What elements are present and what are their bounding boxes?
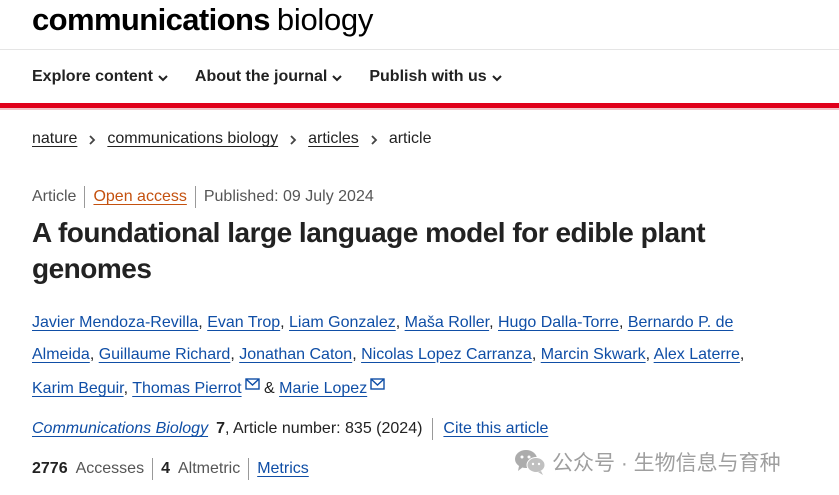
- author-link[interactable]: Karim Beguir: [32, 380, 124, 397]
- chevron-right-icon: [369, 133, 379, 145]
- nav-publish-with-us[interactable]: Publish with us: [369, 68, 502, 86]
- wechat-icon: [514, 448, 546, 476]
- meta-divider: [194, 186, 196, 208]
- mail-icon[interactable]: [370, 370, 385, 390]
- article-number: , Article number: 835 (2024): [224, 420, 423, 437]
- author-list: Javier Mendoza-Revilla, Evan Trop, Liam …: [32, 307, 762, 405]
- chevron-down-icon: [157, 71, 169, 83]
- altmetric-label: Altmetric: [177, 460, 241, 477]
- chevron-right-icon: [87, 133, 97, 145]
- author-separator: ,: [123, 380, 133, 397]
- logo-biology: biology: [276, 2, 374, 37]
- watermark-text: 公众号 · 生物信息与育种: [552, 452, 781, 475]
- article-metrics: 2776 Accesses 4 Altmetric Metrics: [32, 458, 309, 480]
- published-date: Published: 09 July 2024: [203, 188, 374, 205]
- chevron-down-icon: [331, 71, 343, 83]
- author-link[interactable]: Hugo Dalla-Torre: [498, 314, 619, 331]
- article-meta: Article Open access Published: 09 July 2…: [32, 186, 374, 208]
- chevron-right-icon: [288, 133, 298, 145]
- author-link[interactable]: Nicolas Lopez Carranza: [361, 346, 532, 363]
- author-separator: ,: [531, 345, 541, 363]
- author-link[interactable]: Alex Laterre: [654, 346, 740, 363]
- cite-this-article-link[interactable]: Cite this article: [443, 420, 548, 438]
- author-separator: ,: [89, 345, 99, 363]
- breadcrumb-current: article: [388, 130, 432, 147]
- metrics-divider: [248, 458, 250, 480]
- journal-link[interactable]: Communications Biology: [32, 420, 208, 438]
- nav-explore-content-label: Explore content: [32, 68, 153, 85]
- header-divider: [0, 49, 839, 50]
- author-separator: ,: [395, 314, 405, 331]
- open-access-link[interactable]: Open access: [93, 188, 186, 206]
- accesses-count: 2776: [32, 460, 68, 477]
- breadcrumb-communications-biology[interactable]: communications biology: [107, 130, 278, 148]
- nav-about-journal[interactable]: About the journal: [195, 68, 343, 86]
- breadcrumb-articles[interactable]: articles: [308, 130, 359, 148]
- article-title: A foundational large language model for …: [32, 217, 706, 284]
- author-separator: ,: [280, 314, 290, 331]
- author-link[interactable]: Maša Roller: [405, 314, 489, 331]
- author-separator: ,: [198, 314, 208, 331]
- author-separator: ,: [230, 345, 240, 363]
- mail-icon[interactable]: [244, 370, 260, 390]
- author-link[interactable]: Marie Lopez: [279, 380, 367, 397]
- author-ampersand: &: [264, 380, 280, 397]
- breadcrumb-nature[interactable]: nature: [32, 130, 77, 148]
- author-link[interactable]: Jonathan Caton: [239, 346, 352, 363]
- author-separator: ,: [352, 345, 362, 363]
- breadcrumb: nature communications biology articles a…: [32, 130, 432, 148]
- author-separator: ,: [739, 345, 745, 363]
- altmetric-count: 4: [161, 460, 170, 477]
- author-link[interactable]: Evan Trop: [207, 314, 280, 331]
- author-link[interactable]: Thomas Pierrot: [132, 380, 241, 397]
- meta-divider: [84, 186, 86, 208]
- author-link[interactable]: Guillaume Richard: [99, 346, 231, 363]
- author-separator: ,: [645, 345, 654, 363]
- wechat-watermark: 公众号 · 生物信息与育种: [514, 447, 781, 477]
- citation-divider: [432, 418, 434, 440]
- nav-about-journal-label: About the journal: [194, 68, 328, 85]
- metrics-divider: [152, 458, 154, 480]
- author-separator: ,: [489, 314, 498, 331]
- author-link[interactable]: Liam Gonzalez: [289, 314, 396, 331]
- nav-explore-content[interactable]: Explore content: [32, 68, 169, 86]
- author-link[interactable]: Marcin Skwark: [541, 346, 646, 363]
- journal-logo[interactable]: communications biology: [32, 2, 373, 46]
- author-link[interactable]: Javier Mendoza-Revilla: [32, 314, 198, 331]
- journal-volume: 7: [216, 420, 225, 437]
- accent-bar-shadow: [0, 108, 839, 110]
- metrics-link[interactable]: Metrics: [257, 460, 309, 478]
- nav-publish-with-us-label: Publish with us: [369, 68, 487, 85]
- main-nav: Explore content About the journal Publis…: [32, 62, 529, 92]
- accesses-label: Accesses: [75, 460, 145, 477]
- citation-line: Communications Biology 7 , Article numbe…: [32, 418, 548, 440]
- author-separator: ,: [618, 314, 628, 331]
- chevron-down-icon: [491, 71, 503, 83]
- article-type: Article: [32, 188, 77, 205]
- logo-communications: communications: [32, 2, 271, 37]
